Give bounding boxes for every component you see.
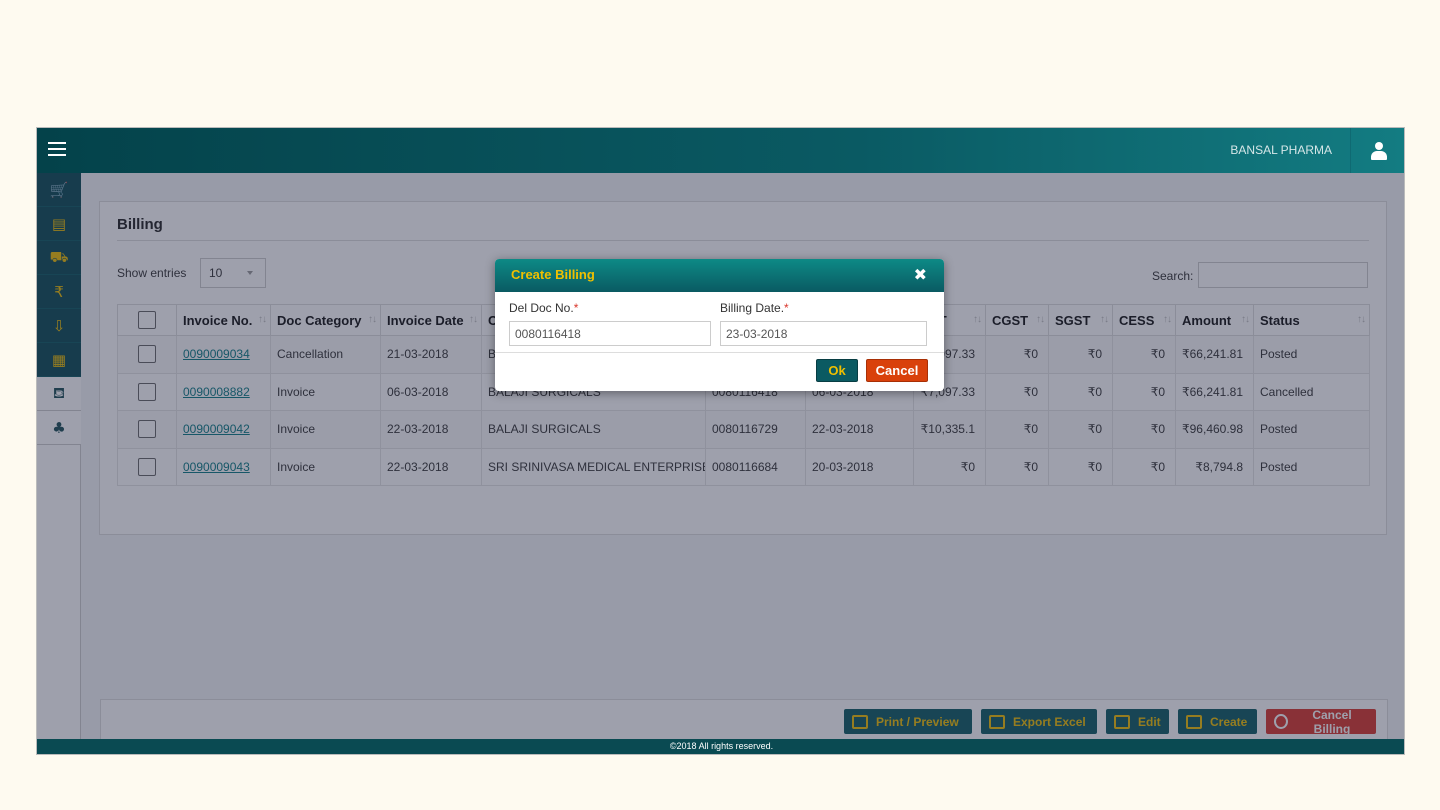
top-bar: BANSAL PHARMA xyxy=(37,128,1404,173)
required-marker: * xyxy=(573,301,579,315)
close-icon[interactable]: ✖ xyxy=(914,267,927,283)
footer: ©2018 All rights reserved. xyxy=(37,739,1404,754)
hamburger-menu-icon[interactable] xyxy=(48,142,66,156)
billing-date-label: Billing Date.* xyxy=(720,301,789,315)
divider xyxy=(495,352,944,353)
dialog-title: Create Billing xyxy=(511,267,595,282)
ok-button[interactable]: Ok xyxy=(816,359,858,382)
user-icon xyxy=(1370,141,1387,160)
required-marker: * xyxy=(784,301,789,315)
cancel-button[interactable]: Cancel xyxy=(866,359,928,382)
create-billing-dialog: Create Billing ✖ Del Doc No.* 0080116418… xyxy=(495,259,944,391)
del-doc-label: Del Doc No.* xyxy=(509,301,579,315)
billing-date-field[interactable]: 23-03-2018 xyxy=(720,321,927,346)
app-window: BANSAL PHARMA 🛒 ▤ ⛟ ₹ ⇩ ▦ ⛾ ♣ Billing Show entr… xyxy=(36,127,1405,755)
brand-name: BANSAL PHARMA xyxy=(1230,143,1332,157)
dialog-header: Create Billing ✖ xyxy=(495,259,944,292)
del-doc-field[interactable]: 0080116418 xyxy=(509,321,711,346)
user-menu-button[interactable] xyxy=(1350,128,1404,173)
modal-backdrop[interactable] xyxy=(37,173,1404,739)
